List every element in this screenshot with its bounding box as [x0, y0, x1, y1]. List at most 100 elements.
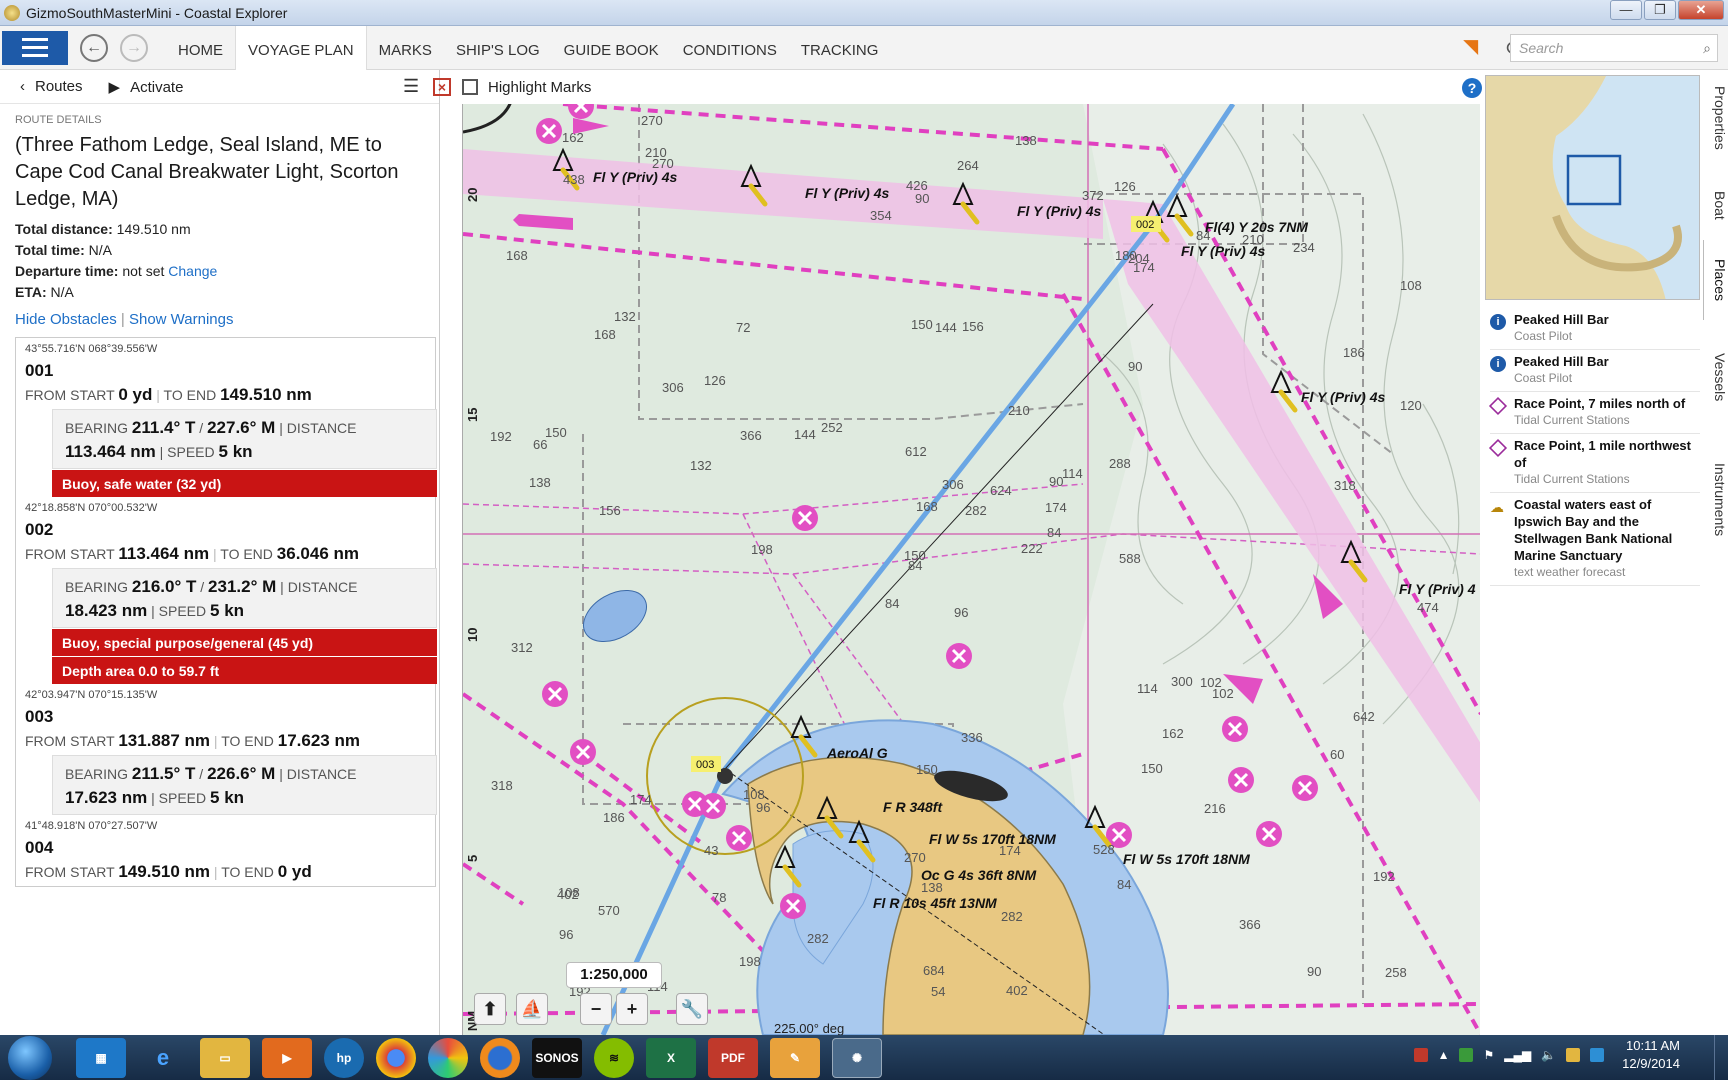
waypoint-001[interactable]: 43°55.716'N 068°39.556'W 001 FROM START 0 …: [16, 338, 435, 409]
media-player-icon[interactable]: ▶: [262, 1037, 312, 1078]
nav-tab-home[interactable]: HOME: [166, 26, 235, 70]
excel-icon[interactable]: X: [646, 1037, 696, 1078]
nav-tab-guide-book[interactable]: GUIDE BOOK: [552, 26, 671, 70]
overview-map[interactable]: [1485, 75, 1700, 300]
forward-icon[interactable]: →: [120, 33, 148, 62]
place-item[interactable]: ☁ Coastal waters east of Ipswich Bay and …: [1490, 493, 1700, 586]
leg-warning[interactable]: Depth area 0.0 to 59.7 ft: [52, 656, 437, 684]
apps-grid-icon[interactable]: ▦: [76, 1037, 126, 1078]
firefox-icon[interactable]: [480, 1037, 520, 1078]
highlight-marks-checkbox[interactable]: [462, 79, 478, 95]
waypoint-distances: FROM START 149.510 nm | TO END 0 yd: [25, 862, 312, 881]
waypoint-list[interactable]: 43°55.716'N 068°39.556'W 001 FROM START 0 …: [15, 337, 437, 887]
zoom-in-button[interactable]: +: [616, 993, 648, 1025]
search-icon[interactable]: ⌕: [1703, 35, 1711, 61]
obstacle-mark: [570, 739, 596, 765]
file-explorer-icon[interactable]: ▭: [200, 1037, 250, 1078]
alert-icon[interactable]: [1413, 1048, 1428, 1062]
sounding: 174: [630, 792, 652, 807]
place-item[interactable]: Race Point, 7 miles north of Tidal Curren…: [1488, 392, 1700, 434]
tab-properties[interactable]: Properties: [1703, 75, 1728, 160]
sounding: 126: [704, 373, 726, 388]
nav-tab-marks[interactable]: MARKS: [367, 26, 444, 70]
sounding: 216: [1204, 801, 1226, 816]
zoom-out-button[interactable]: −: [580, 993, 612, 1025]
main-menu-button[interactable]: [2, 30, 68, 65]
nav-tab-conditions[interactable]: CONDITIONS: [671, 26, 789, 70]
maximize-button[interactable]: ❐: [1644, 0, 1676, 20]
coastal-explorer-icon[interactable]: ✺: [832, 1037, 882, 1078]
nav-tab-ship-s-log[interactable]: SHIP'S LOG: [444, 26, 552, 70]
place-item[interactable]: i Peaked Hill Bar Coast Pilot: [1490, 308, 1700, 350]
signal-icon[interactable]: ▂▄▆: [1504, 1048, 1531, 1062]
drive-icon[interactable]: [1566, 1048, 1581, 1062]
activate-button[interactable]: ▶ Activate: [109, 78, 184, 96]
flag-icon[interactable]: ⚑: [1483, 1048, 1494, 1062]
change-departure-link[interactable]: Change: [168, 263, 217, 279]
dropbox-icon[interactable]: [1590, 1048, 1605, 1062]
route-leg[interactable]: BEARING 211.4° T / 227.6° M | DISTANCE 11…: [52, 409, 437, 469]
boat-orient-button[interactable]: ⛵: [516, 993, 548, 1025]
network-app-icon[interactable]: [1459, 1048, 1474, 1062]
search-input[interactable]: Search ⌕: [1510, 34, 1718, 62]
waypoint-003[interactable]: 42°03.947'N 070°15.135'W 003 FROM START 13…: [16, 684, 435, 755]
tray-expand-icon[interactable]: ▲: [1438, 1048, 1450, 1062]
north-up-button[interactable]: ⬆: [474, 993, 506, 1025]
start-button[interactable]: [8, 1035, 52, 1080]
place-item[interactable]: Race Point, 1 mile northwest of Tidal Cur…: [1488, 434, 1700, 493]
wrench-icon[interactable]: 🔧: [676, 993, 708, 1025]
light-label: Fl Y (Priv) 4s: [1301, 389, 1386, 405]
sounding: 210: [1008, 403, 1030, 418]
back-icon[interactable]: ←: [80, 33, 108, 62]
eta: ETA: N/A: [15, 284, 74, 300]
rss-feed-icon[interactable]: ◥: [1464, 36, 1486, 58]
place-item[interactable]: i Peaked Hill Bar Coast Pilot: [1490, 350, 1700, 392]
list-menu-icon[interactable]: ☰: [403, 76, 419, 97]
show-warnings-link[interactable]: Show Warnings: [129, 311, 234, 328]
internet-explorer-icon[interactable]: e: [138, 1038, 188, 1078]
close-window-button[interactable]: ✕: [1678, 0, 1724, 20]
nav-tab-voyage-plan[interactable]: VOYAGE PLAN: [235, 25, 367, 70]
nav-tab-tracking[interactable]: TRACKING: [789, 26, 891, 70]
clock[interactable]: 10:11 AM 12/9/2014: [1622, 1037, 1680, 1073]
sounding: 270: [904, 850, 926, 865]
sounding: 588: [1119, 551, 1141, 566]
show-desktop-button[interactable]: [1714, 1035, 1728, 1080]
waypoint-002[interactable]: 42°18.858'N 070°00.532'W 002 FROM START 11…: [16, 497, 435, 568]
sounding: 198: [751, 542, 773, 557]
sounding: 234: [1293, 240, 1315, 255]
sounding: 474: [1417, 600, 1439, 615]
tab-vessels[interactable]: Vessels: [1703, 330, 1728, 425]
place-name: Race Point, 7 miles north of: [1514, 396, 1686, 411]
pdf-icon[interactable]: PDF: [708, 1037, 758, 1078]
sonos-icon[interactable]: SONOS: [532, 1037, 582, 1078]
sounding: 90: [1128, 359, 1142, 374]
light-label: AeroAl G: [826, 745, 888, 761]
tab-places[interactable]: Places: [1703, 240, 1728, 320]
chrome-icon[interactable]: [376, 1037, 416, 1078]
volume-icon[interactable]: 🔈: [1541, 1048, 1556, 1062]
route-leg[interactable]: BEARING 211.5° T / 226.6° M | DISTANCE 17…: [52, 755, 437, 815]
hp-icon[interactable]: hp: [324, 1037, 364, 1078]
nautical-chart[interactable]: Fl Y (Priv) 4s Fl Y (Priv) 4s Fl Y (Priv) …: [462, 104, 1480, 1035]
tab-instruments[interactable]: Instruments: [1703, 430, 1728, 570]
hide-obstacles-link[interactable]: Hide Obstacles: [15, 311, 117, 328]
spotify-icon[interactable]: ≋: [594, 1037, 634, 1078]
help-icon[interactable]: ?: [1462, 78, 1482, 98]
routes-link[interactable]: ‹ Routes: [20, 78, 83, 95]
photos-icon[interactable]: [428, 1037, 468, 1078]
minimize-button[interactable]: —: [1610, 0, 1642, 20]
total-time: Total time: N/A: [15, 242, 112, 258]
place-type: text weather forecast: [1514, 565, 1626, 579]
waypoint-004[interactable]: 41°48.918'N 070°27.507'W 004 FROM START 14…: [16, 815, 435, 886]
route-leg[interactable]: BEARING 216.0° T / 231.2° M | DISTANCE 18…: [52, 568, 437, 628]
close-sidebar-icon[interactable]: ×: [433, 78, 451, 96]
leg-warning[interactable]: Buoy, safe water (32 yd): [52, 469, 437, 497]
leg-warning[interactable]: Buoy, special purpose/general (45 yd): [52, 628, 437, 656]
sounding: 132: [614, 309, 636, 324]
paint-icon[interactable]: ✎: [770, 1037, 820, 1078]
sounding: 198: [739, 954, 761, 969]
window-title: GizmoSouthMasterMini - Coastal Explorer: [26, 4, 288, 21]
tab-boat[interactable]: Boat: [1703, 175, 1728, 235]
chart-canvas[interactable]: Fl Y (Priv) 4s Fl Y (Priv) 4s Fl Y (Priv) …: [463, 104, 1480, 1035]
